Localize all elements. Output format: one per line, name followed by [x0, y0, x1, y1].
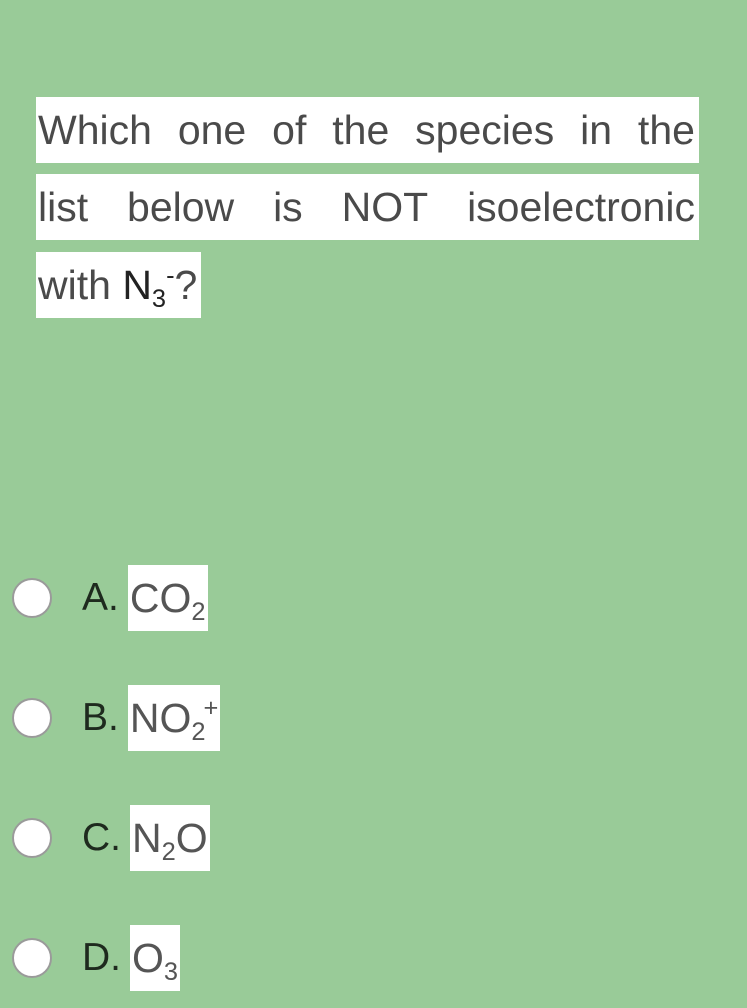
radio-button-b[interactable]	[12, 698, 52, 738]
formula-base: N	[122, 262, 152, 308]
formula-base: O	[132, 935, 164, 981]
formula-tail: O	[175, 815, 208, 861]
word: the	[637, 107, 695, 153]
option-formula: O3	[130, 925, 181, 991]
word: NOT	[341, 184, 429, 230]
option-formula: CO2	[127, 565, 208, 631]
formula-subscript: 2	[191, 598, 206, 627]
question-line-3: with N3-?	[36, 252, 202, 318]
formula-base: CO	[129, 575, 192, 621]
formula-base: NO	[129, 695, 192, 741]
line-prefix: with	[38, 262, 123, 308]
word: species	[415, 107, 555, 153]
question-line-2: list below is NOT isoelectronic	[36, 174, 699, 240]
formula-base: N	[132, 815, 162, 861]
question-mark: ?	[174, 262, 198, 308]
formula-subscript: 2	[161, 838, 176, 867]
formula-superscript: -	[166, 261, 175, 290]
word: the	[332, 107, 390, 153]
option-letter: D.	[82, 936, 121, 979]
word: is	[273, 184, 303, 230]
word: list	[38, 184, 89, 230]
option-formula: NO2+	[127, 685, 221, 751]
formula-superscript: +	[203, 694, 219, 723]
word: of	[272, 107, 307, 153]
option-b[interactable]: B. NO2+	[12, 685, 221, 751]
option-c[interactable]: C. N2O	[12, 805, 210, 871]
formula-subscript: 3	[151, 285, 167, 314]
word: Which	[38, 107, 152, 153]
option-letter: A.	[82, 576, 119, 619]
option-letter: B.	[82, 696, 119, 739]
word: below	[127, 184, 235, 230]
radio-button-a[interactable]	[12, 578, 52, 618]
radio-button-d[interactable]	[12, 938, 52, 978]
question-line-1: Which one of the species in the	[36, 97, 699, 163]
radio-button-c[interactable]	[12, 818, 52, 858]
formula-subscript: 3	[163, 958, 179, 987]
species-formula: N3-	[122, 261, 175, 312]
option-a[interactable]: A. CO2	[12, 565, 208, 631]
formula-subscript: 2	[191, 718, 206, 747]
option-letter: C.	[82, 816, 121, 859]
option-d[interactable]: D. O3	[12, 925, 181, 991]
option-formula: N2O	[130, 805, 210, 871]
word: isoelectronic	[467, 184, 695, 230]
word: in	[580, 107, 613, 153]
word: one	[177, 107, 247, 153]
